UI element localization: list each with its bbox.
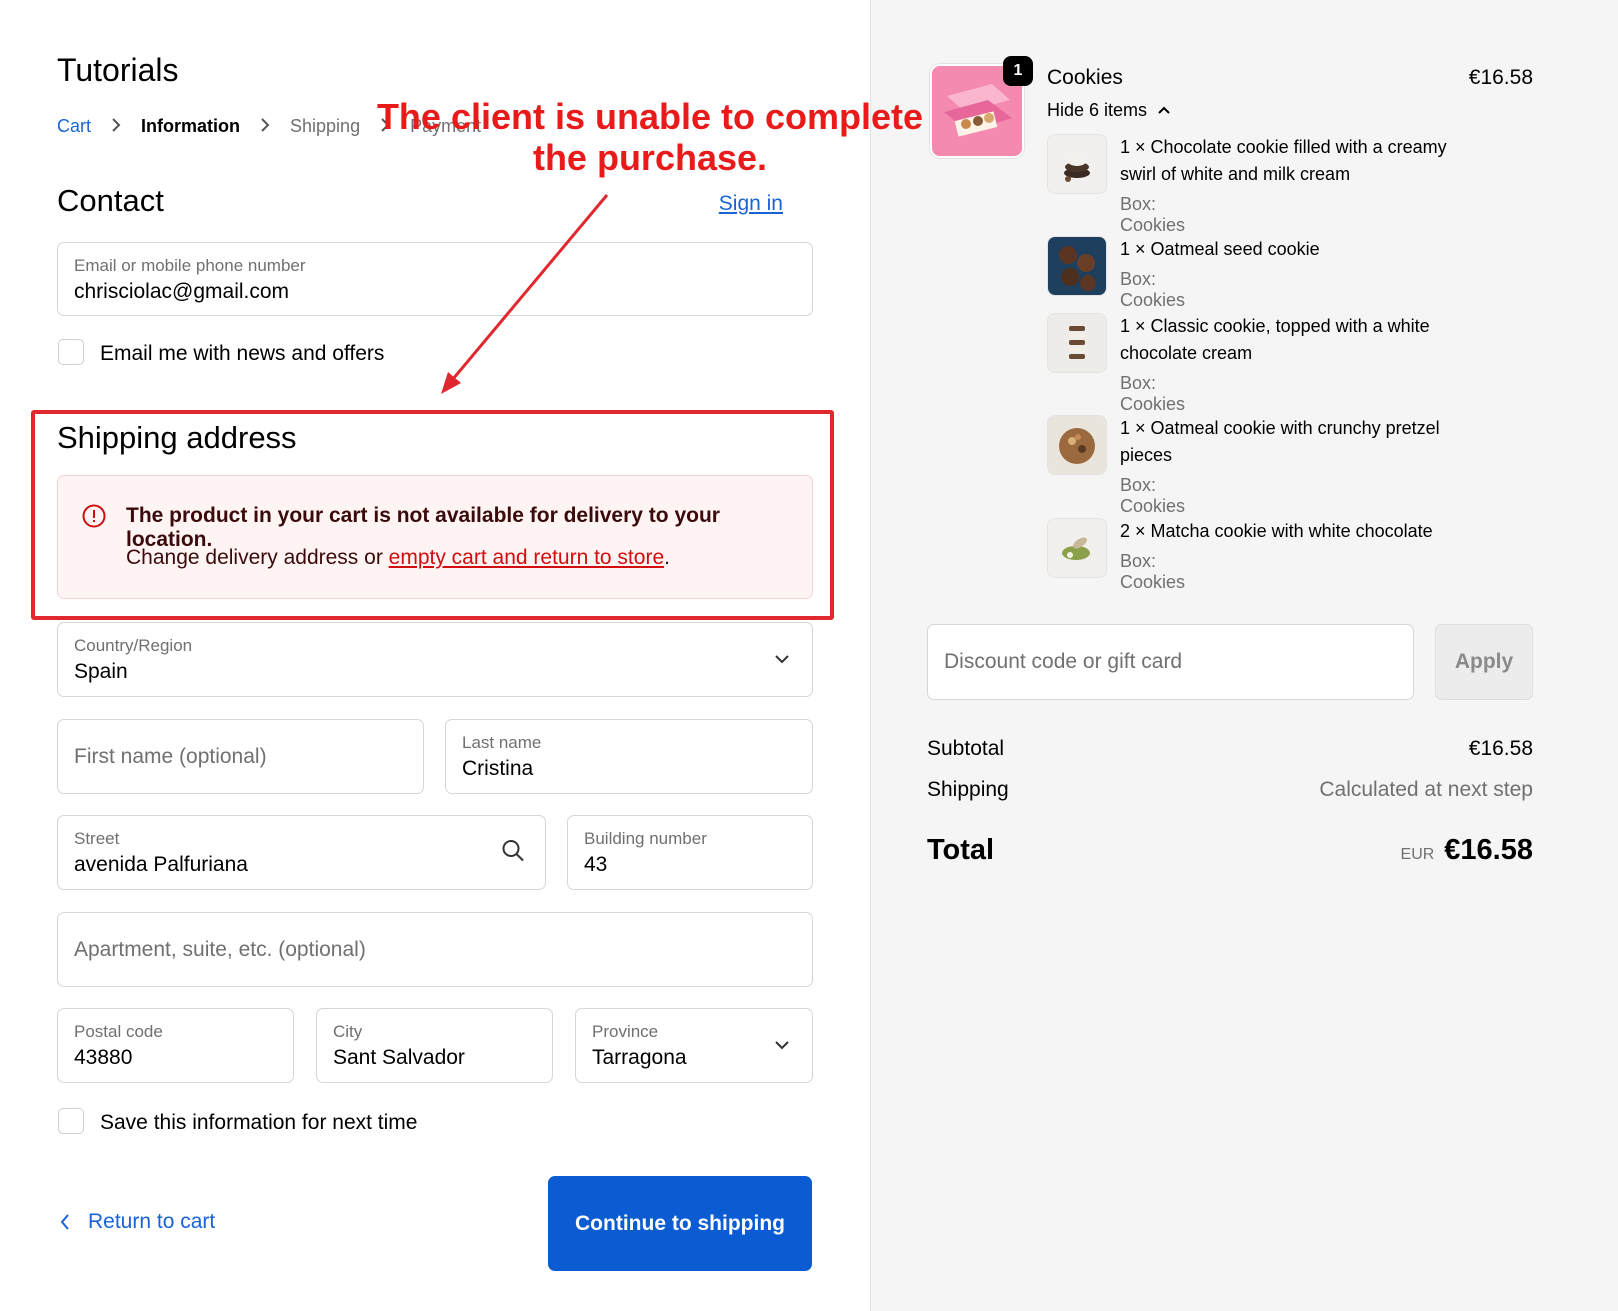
- postal-code-input[interactable]: Postal code 43880: [57, 1008, 294, 1083]
- total-currency: EUR: [1400, 846, 1435, 863]
- item-name: 2 × Matcha cookie with white chocolate: [1120, 521, 1433, 541]
- province-select[interactable]: Province Tarragona: [575, 1008, 813, 1083]
- item-thumbnail: [1047, 134, 1107, 194]
- item-variant: Box: Cookies: [1120, 475, 1186, 516]
- chevron-down-icon: [774, 651, 790, 669]
- news-checkbox-label: Email me with news and offers: [100, 342, 385, 365]
- news-checkbox[interactable]: [58, 339, 84, 365]
- apply-button[interactable]: Apply: [1435, 624, 1533, 700]
- city-label: City: [333, 1022, 363, 1041]
- country-select[interactable]: Country/Region Spain: [57, 622, 813, 697]
- last-name-input[interactable]: Last name Cristina: [445, 719, 813, 794]
- discount-placeholder: Discount code or gift card: [944, 650, 1183, 673]
- save-info-checkbox[interactable]: [58, 1108, 84, 1134]
- apartment-placeholder: Apartment, suite, etc. (optional): [74, 937, 366, 961]
- last-name-value: Cristina: [462, 757, 534, 780]
- breadcrumb-shipping: Shipping: [290, 116, 361, 136]
- building-value: 43: [584, 853, 608, 876]
- continue-to-shipping-button[interactable]: Continue to shipping: [548, 1176, 812, 1271]
- chevron-right-icon: [111, 116, 121, 137]
- breadcrumb-information: Information: [141, 116, 241, 136]
- return-to-cart-link[interactable]: Return to cart: [60, 1210, 215, 1234]
- item-variant: Box: Cookies: [1120, 551, 1186, 592]
- building-number-input[interactable]: Building number 43: [567, 815, 813, 890]
- item-name: 1 × Chocolate cookie filled with a cream…: [1120, 137, 1447, 184]
- province-label: Province: [592, 1022, 659, 1041]
- hide-items-toggle[interactable]: Hide 6 items: [1047, 100, 1171, 121]
- annotation-line-1: The client is unable to complete: [376, 96, 924, 137]
- checkout-form-panel: Tutorials Cart Information Shipping Paym…: [0, 0, 870, 1311]
- street-value: avenida Palfuriana: [74, 853, 248, 876]
- subtotal-value: €16.58: [1468, 737, 1533, 760]
- annotation-line-2: the purchase.: [532, 137, 768, 178]
- building-label: Building number: [584, 829, 707, 848]
- save-info-label: Save this information for next time: [100, 1111, 418, 1134]
- shipping-value: Calculated at next step: [1319, 778, 1533, 801]
- annotation-highlight-box: [31, 410, 834, 620]
- product-price: €16.58: [1468, 66, 1533, 89]
- item-variant: Box: Cookies: [1120, 373, 1186, 414]
- item-name: 1 × Oatmeal seed cookie: [1120, 239, 1320, 259]
- postal-label: Postal code: [74, 1022, 163, 1041]
- country-label: Country/Region: [74, 636, 193, 655]
- sign-in-link[interactable]: Sign in: [719, 192, 783, 216]
- contact-heading: Contact: [57, 183, 164, 218]
- total-price: EUR €16.58: [1401, 834, 1533, 867]
- email-value: chrisciolac@gmail.com: [74, 280, 290, 303]
- province-value: Tarragona: [592, 1046, 687, 1069]
- first-name-placeholder: First name (optional): [74, 744, 267, 768]
- postal-value: 43880: [74, 1046, 133, 1069]
- last-name-label: Last name: [462, 733, 542, 752]
- city-value: Sant Salvador: [333, 1046, 465, 1069]
- item-thumbnail: [1047, 236, 1107, 296]
- item-thumbnail: [1047, 518, 1107, 578]
- item-variant: Box: Cookies: [1120, 194, 1186, 235]
- product-name: Cookies: [1047, 66, 1123, 89]
- chevron-down-icon: [774, 1037, 790, 1055]
- first-name-input[interactable]: First name (optional): [57, 719, 424, 794]
- search-icon[interactable]: [501, 838, 525, 867]
- total-value: €16.58: [1444, 834, 1533, 866]
- city-input[interactable]: City Sant Salvador: [316, 1008, 553, 1083]
- chevron-up-icon: [1157, 106, 1171, 115]
- hide-items-label: Hide 6 items: [1047, 100, 1148, 120]
- item-name: 1 × Classic cookie, topped with a white …: [1120, 316, 1430, 363]
- subtotal-label: Subtotal: [927, 737, 1005, 760]
- item-thumbnail: [1047, 415, 1107, 475]
- email-label: Email or mobile phone number: [74, 256, 306, 275]
- chevron-left-icon: [60, 1213, 70, 1231]
- total-label: Total: [927, 834, 995, 866]
- street-input[interactable]: Street avenida Palfuriana: [57, 815, 546, 890]
- chevron-right-icon: [260, 116, 270, 137]
- shipping-label: Shipping: [927, 778, 1009, 801]
- street-label: Street: [74, 829, 120, 848]
- item-name: 1 × Oatmeal cookie with crunchy pretzel …: [1120, 418, 1440, 465]
- return-to-cart-label: Return to cart: [88, 1210, 216, 1233]
- email-field[interactable]: Email or mobile phone number chrisciolac…: [57, 242, 813, 316]
- apartment-input[interactable]: Apartment, suite, etc. (optional): [57, 912, 813, 987]
- breadcrumb-cart[interactable]: Cart: [57, 116, 91, 137]
- discount-code-input[interactable]: Discount code or gift card: [927, 624, 1414, 700]
- store-title[interactable]: Tutorials: [57, 52, 179, 89]
- annotation-text: The client is unable to complete the pur…: [370, 96, 930, 178]
- item-variant: Box: Cookies: [1120, 269, 1186, 310]
- item-thumbnail: [1047, 313, 1107, 373]
- country-value: Spain: [74, 660, 128, 683]
- quantity-badge: 1: [1003, 56, 1033, 86]
